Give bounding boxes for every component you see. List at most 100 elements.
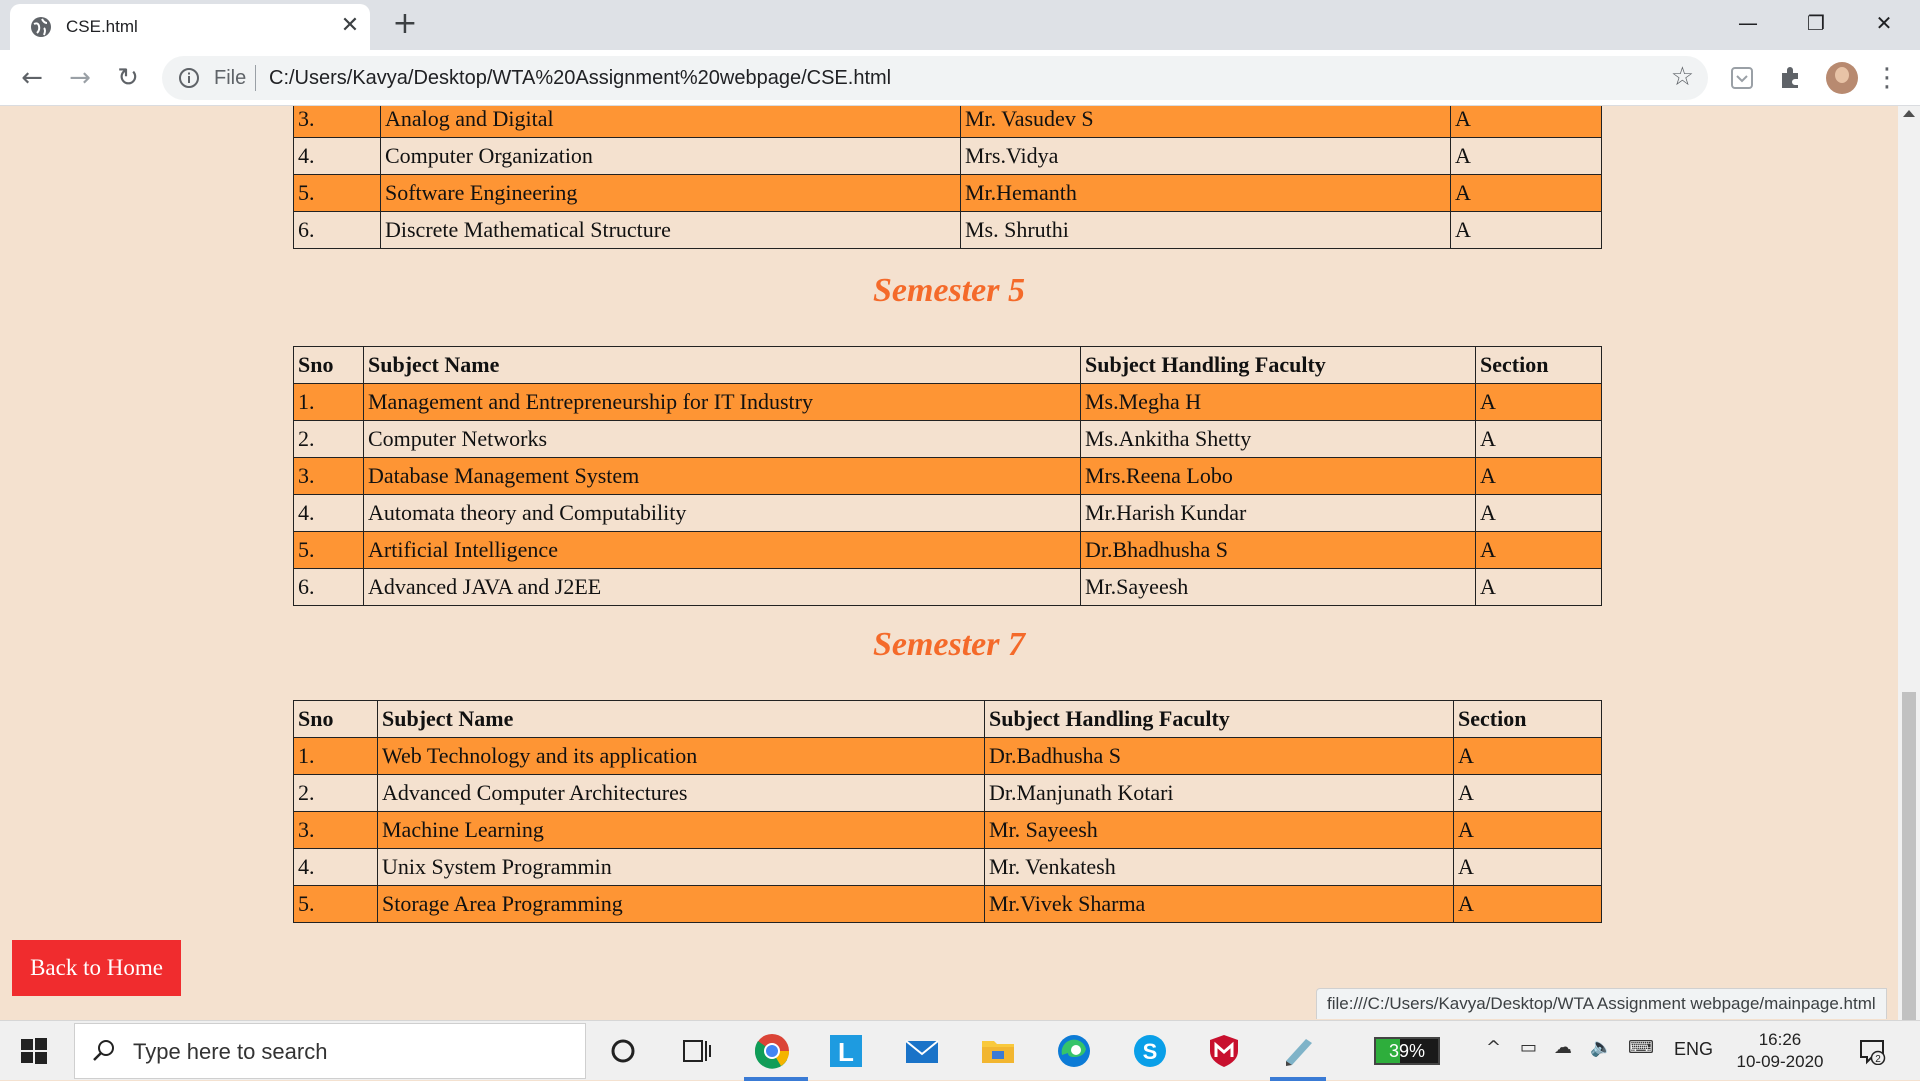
page-scrollbar[interactable] bbox=[1898, 106, 1920, 1020]
cloud-icon[interactable]: ☁ bbox=[1554, 1037, 1572, 1058]
cell-section: A bbox=[1453, 848, 1602, 886]
semester-5-table: Sno Subject Name Subject Handling Facult… bbox=[293, 346, 1602, 606]
cell-subject: Software Engineering bbox=[380, 174, 961, 212]
browser-tab-strip: CSE.html ✕ + — ❐ ✕ bbox=[0, 0, 1920, 50]
table-row: 2. Computer Networks Ms.Ankitha Shetty A bbox=[293, 420, 1602, 458]
cell-subject: Artificial Intelligence bbox=[363, 531, 1081, 569]
cell-subject: Web Technology and its application bbox=[377, 737, 985, 775]
more-menu-icon[interactable]: ⋮ bbox=[1874, 62, 1900, 94]
table-row: 1. Management and Entrepreneurship for I… bbox=[293, 383, 1602, 421]
browser-tab[interactable]: CSE.html ✕ bbox=[10, 4, 370, 50]
cell-faculty: Ms.Megha H bbox=[1080, 383, 1476, 421]
search-icon bbox=[93, 1040, 114, 1061]
url-text[interactable]: C:/Users/Kavya/Desktop/WTA%20Assignment%… bbox=[269, 67, 891, 90]
table-row: 6. Advanced JAVA and J2EE Mr.Sayeesh A bbox=[293, 568, 1602, 606]
cell-section: A bbox=[1453, 885, 1602, 923]
cell-sno: 4. bbox=[293, 137, 381, 175]
header-sno: Sno bbox=[293, 700, 378, 738]
scroll-up-arrow-icon[interactable] bbox=[1903, 110, 1915, 117]
taskbar-search-box[interactable]: Type here to search bbox=[74, 1023, 586, 1079]
cell-sno: 2. bbox=[293, 420, 364, 458]
table-header-row: Sno Subject Name Subject Handling Facult… bbox=[293, 700, 1602, 738]
cell-subject: Discrete Mathematical Structure bbox=[380, 211, 961, 249]
minimize-button[interactable]: — bbox=[1728, 8, 1768, 38]
cell-faculty: Mr. Venkatesh bbox=[984, 848, 1454, 886]
cell-sno: 5. bbox=[293, 531, 364, 569]
battery-icon[interactable]: ▭ bbox=[1520, 1037, 1537, 1058]
scrollbar-thumb[interactable] bbox=[1902, 692, 1916, 1020]
skype-icon[interactable]: S bbox=[1130, 1031, 1170, 1071]
notification-center-icon[interactable]: 2 bbox=[1858, 1037, 1886, 1065]
cortana-icon[interactable] bbox=[603, 1031, 643, 1071]
edge-icon[interactable] bbox=[1054, 1031, 1094, 1071]
cell-section: A bbox=[1450, 211, 1602, 249]
back-to-home-button[interactable]: Back to Home bbox=[12, 940, 181, 996]
forward-icon[interactable]: → bbox=[64, 62, 96, 94]
cell-faculty: Mr.Harish Kundar bbox=[1080, 494, 1476, 532]
semester-partial-table: 3. Analog and Digital Mr. Vasudev S A 4.… bbox=[293, 106, 1602, 249]
cell-subject: Computer Networks bbox=[363, 420, 1081, 458]
tab-close-icon[interactable]: ✕ bbox=[338, 14, 362, 38]
active-app-indicator bbox=[744, 1077, 808, 1081]
puzzle-icon[interactable] bbox=[1776, 64, 1804, 92]
battery-percent: 39% bbox=[1388, 1041, 1426, 1061]
header-section: Section bbox=[1453, 700, 1602, 738]
table-row: 3. Analog and Digital Mr. Vasudev S A bbox=[293, 106, 1602, 138]
clock-date: 10-09-2020 bbox=[1736, 1052, 1824, 1071]
cell-faculty: Mr. Vasudev S bbox=[960, 106, 1451, 138]
reload-icon[interactable]: ↻ bbox=[112, 62, 144, 94]
notepad-app-icon[interactable] bbox=[1278, 1031, 1318, 1071]
task-view-icon[interactable] bbox=[676, 1031, 716, 1071]
cell-faculty: Ms. Shruthi bbox=[960, 211, 1451, 249]
cell-subject: Storage Area Programming bbox=[377, 885, 985, 923]
cell-sno: 6. bbox=[293, 211, 381, 249]
extension-icon[interactable] bbox=[1728, 64, 1756, 92]
cell-section: A bbox=[1475, 420, 1602, 458]
restore-button[interactable]: ❐ bbox=[1796, 8, 1836, 38]
input-language[interactable]: ENG bbox=[1674, 1039, 1713, 1060]
cell-faculty: Mr.Hemanth bbox=[960, 174, 1451, 212]
notification-count: 2 bbox=[1875, 1054, 1881, 1065]
chevron-up-icon[interactable]: ^ bbox=[1486, 1037, 1501, 1058]
chrome-icon[interactable] bbox=[752, 1031, 792, 1071]
header-faculty: Subject Handling Faculty bbox=[1080, 346, 1476, 384]
mcafee-icon[interactable] bbox=[1204, 1031, 1244, 1071]
table-row: 4. Computer Organization Mrs.Vidya A bbox=[293, 137, 1602, 175]
keyboard-icon[interactable]: ⌨ bbox=[1628, 1037, 1654, 1058]
new-tab-button[interactable]: + bbox=[390, 9, 420, 40]
profile-avatar[interactable] bbox=[1826, 62, 1858, 94]
cell-subject: Advanced Computer Architectures bbox=[377, 774, 985, 812]
table-header-row: Sno Subject Name Subject Handling Facult… bbox=[293, 346, 1602, 384]
header-subject: Subject Name bbox=[363, 346, 1081, 384]
cell-sno: 5. bbox=[293, 885, 378, 923]
cell-subject: Management and Entrepreneurship for IT I… bbox=[363, 383, 1081, 421]
tab-title: CSE.html bbox=[66, 17, 138, 36]
search-placeholder: Type here to search bbox=[133, 1039, 328, 1064]
battery-meter[interactable]: 39% bbox=[1374, 1037, 1440, 1065]
cell-section: A bbox=[1475, 494, 1602, 532]
info-icon[interactable] bbox=[178, 67, 200, 89]
file-explorer-icon[interactable] bbox=[978, 1031, 1018, 1071]
cell-sno: 4. bbox=[293, 494, 364, 532]
taskbar-clock[interactable]: 16:26 10-09-2020 bbox=[1730, 1029, 1830, 1073]
active-app-indicator bbox=[1270, 1077, 1326, 1081]
cell-subject: Advanced JAVA and J2EE bbox=[363, 568, 1081, 606]
window-close-button[interactable]: ✕ bbox=[1864, 8, 1904, 38]
mail-icon[interactable] bbox=[902, 1031, 942, 1071]
windows-start-icon[interactable] bbox=[20, 1037, 48, 1065]
cell-faculty: Mrs.Reena Lobo bbox=[1080, 457, 1476, 495]
cell-subject: Machine Learning bbox=[377, 811, 985, 849]
globe-icon bbox=[31, 17, 51, 37]
back-icon[interactable]: ← bbox=[16, 62, 48, 94]
status-bar-link: file:///C:/Users/Kavya/Desktop/WTA Assig… bbox=[1316, 988, 1887, 1019]
volume-icon[interactable]: 🔈 bbox=[1590, 1037, 1612, 1058]
lexicon-app-icon[interactable]: L bbox=[826, 1031, 866, 1071]
bookmark-star-icon[interactable]: ☆ bbox=[1671, 62, 1694, 92]
cell-sno: 3. bbox=[293, 811, 378, 849]
table-row: 1. Web Technology and its application Dr… bbox=[293, 737, 1602, 775]
cell-faculty: Mr.Sayeesh bbox=[1080, 568, 1476, 606]
address-bar[interactable]: File C:/Users/Kavya/Desktop/WTA%20Assign… bbox=[162, 56, 1708, 100]
svg-text:L: L bbox=[838, 1037, 854, 1067]
table-row: 4. Unix System Programmin Mr. Venkatesh … bbox=[293, 848, 1602, 886]
url-scheme-label: File bbox=[214, 67, 247, 89]
